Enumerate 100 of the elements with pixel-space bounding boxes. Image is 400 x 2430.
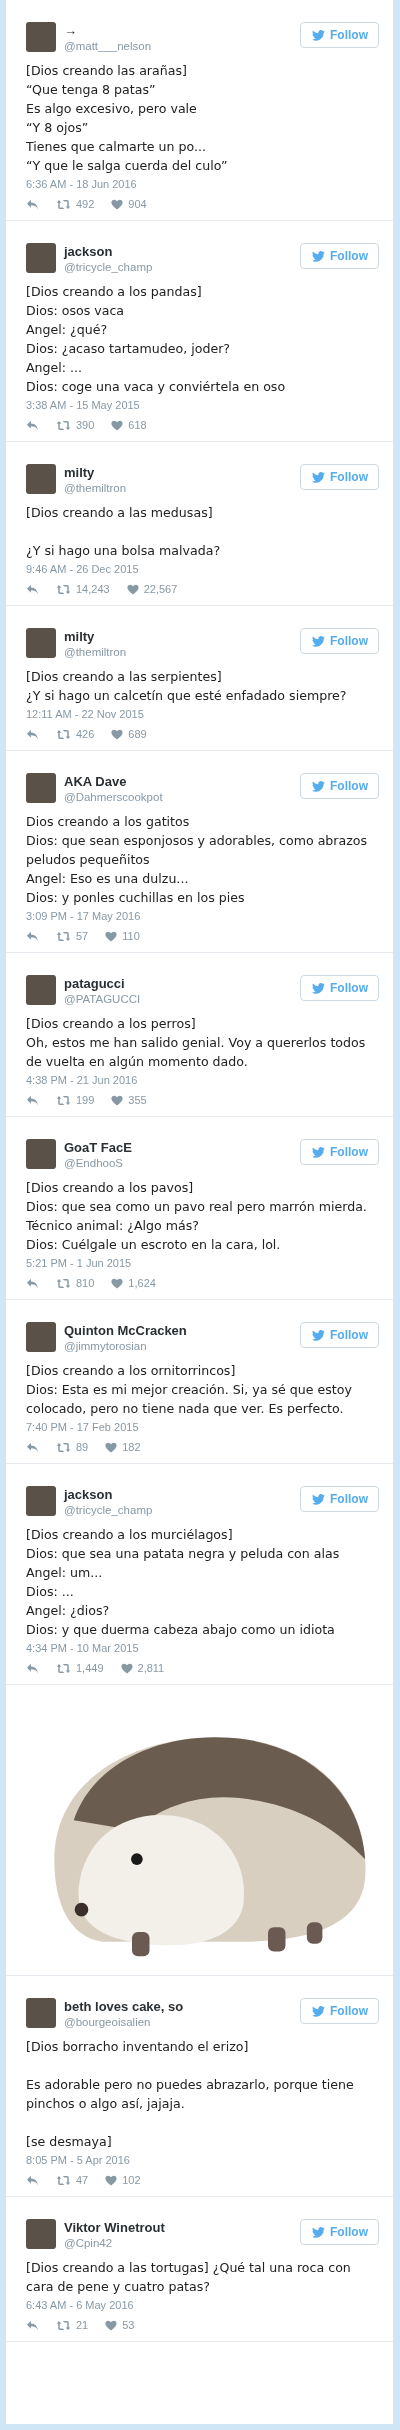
follow-button[interactable]: Follow bbox=[300, 464, 379, 490]
user-handle: @PATAGUCCI bbox=[64, 992, 142, 1007]
tweet-timestamp: 3:38 AM - 15 May 2015 bbox=[26, 399, 141, 411]
avatar-placeholder bbox=[26, 22, 56, 52]
retweet-count: 57 bbox=[76, 930, 89, 942]
tweet-timestamp: 3:09 PM - 17 May 2016 bbox=[26, 910, 142, 922]
reply-icon[interactable] bbox=[26, 198, 39, 210]
user-handle: @themiltron bbox=[64, 481, 128, 496]
retweet-icon[interactable] bbox=[56, 419, 71, 431]
like-count: 1,624 bbox=[128, 1277, 156, 1289]
follow-button[interactable]: Follow bbox=[300, 2219, 379, 2245]
avatar-placeholder bbox=[26, 464, 56, 494]
heart-icon[interactable] bbox=[120, 1662, 133, 1674]
tweet-timestamp: 6:43 AM - 6 May 2016 bbox=[26, 2299, 135, 2311]
reply-icon[interactable] bbox=[26, 930, 39, 942]
like-count: 182 bbox=[122, 1441, 141, 1453]
follow-button[interactable]: Follow bbox=[300, 773, 379, 799]
tweet-timestamp: 4:38 PM - 21 Jun 2016 bbox=[26, 1074, 139, 1086]
like-count: 689 bbox=[128, 728, 147, 740]
retweet-icon[interactable] bbox=[56, 2174, 71, 2186]
reply-icon[interactable] bbox=[26, 728, 39, 740]
tweet-text: [Dios borracho inventando el erizo] Es adorable pero no puedes abrazarlo, porque tiene pinchos o algo así, jajaja. [se desmaya] bbox=[26, 2038, 355, 2151]
tweet-text: [Dios creando a las serpientes] ¿Y si hago un calcetín que esté enfadado siempre? bbox=[26, 668, 348, 705]
reply-icon[interactable] bbox=[26, 1662, 39, 1674]
heart-icon[interactable] bbox=[111, 419, 124, 431]
tweet-text: [Dios creando a las medusas] ¿Y si hago una bolsa malvada? bbox=[26, 504, 222, 560]
reply-icon[interactable] bbox=[26, 1094, 39, 1106]
bird-icon bbox=[312, 471, 325, 483]
user-name: jackson bbox=[64, 243, 114, 260]
heart-icon[interactable] bbox=[105, 1441, 118, 1453]
user-handle: @tricycle_champ bbox=[64, 260, 154, 275]
retweet-icon[interactable] bbox=[56, 198, 71, 210]
like-count: 53 bbox=[122, 2319, 135, 2331]
user-name: GoaT FacE bbox=[64, 1139, 133, 1156]
avatar-placeholder bbox=[26, 773, 56, 803]
tweet-text: [Dios creando a las tortugas] ¿Qué tal una roca con cara de pene y cuatro patas? bbox=[26, 2259, 352, 2296]
retweet-icon[interactable] bbox=[56, 583, 71, 595]
user-handle: @EndhooS bbox=[64, 1156, 124, 1171]
heart-icon[interactable] bbox=[111, 198, 124, 210]
avatar-placeholder bbox=[26, 628, 56, 658]
retweet-icon[interactable] bbox=[56, 930, 71, 942]
bird-icon bbox=[312, 250, 325, 262]
user-handle: @Cpin42 bbox=[64, 2236, 114, 2251]
user-handle: @themiltron bbox=[64, 645, 128, 660]
user-name: milty bbox=[64, 464, 96, 481]
retweet-icon[interactable] bbox=[56, 1277, 71, 1289]
avatar-placeholder bbox=[26, 975, 56, 1005]
follow-button[interactable]: Follow bbox=[300, 628, 379, 654]
retweet-icon[interactable] bbox=[56, 1094, 71, 1106]
like-count: 110 bbox=[122, 930, 140, 942]
heart-icon[interactable] bbox=[126, 583, 139, 595]
follow-button[interactable]: Follow bbox=[300, 1998, 379, 2024]
heart-icon[interactable] bbox=[111, 728, 124, 740]
reply-icon[interactable] bbox=[26, 2319, 39, 2331]
follow-button[interactable]: Follow bbox=[300, 975, 379, 1001]
like-count: 618 bbox=[128, 419, 147, 431]
bird-icon bbox=[312, 780, 325, 792]
bird-icon bbox=[312, 1493, 325, 1505]
heart-icon[interactable] bbox=[111, 1094, 124, 1106]
tweet-text: [Dios creando a los pavos] Dios: que sea como un pavo real pero marrón mierda. Técnico animal: ¿Algo más? Dios: Cuélgale un escroto en la cara, lol. bbox=[26, 1179, 368, 1254]
retweet-icon[interactable] bbox=[56, 728, 71, 740]
tweet-timestamp: 5:21 PM - 1 Jun 2015 bbox=[26, 1257, 133, 1269]
user-handle: @Dahmerscookpot bbox=[64, 790, 164, 805]
retweet-icon[interactable] bbox=[56, 2319, 71, 2331]
retweet-count: 810 bbox=[76, 1277, 95, 1289]
user-name: → bbox=[64, 22, 78, 39]
follow-button[interactable]: Follow bbox=[300, 1322, 379, 1348]
user-name: beth loves cake, so bbox=[64, 1998, 185, 2015]
retweet-icon[interactable] bbox=[56, 1662, 71, 1674]
retweet-count: 426 bbox=[76, 728, 95, 740]
tweet-text: [Dios creando a los perros] Oh, estos me han salido genial. Voy a quererlos todos de vuelta en algún momento dado. bbox=[26, 1015, 367, 1071]
retweet-count: 21 bbox=[76, 2319, 89, 2331]
tweet-timestamp: 9:46 AM - 26 Dec 2015 bbox=[26, 563, 140, 575]
follow-button[interactable]: Follow bbox=[300, 243, 379, 269]
reply-icon[interactable] bbox=[26, 419, 39, 431]
user-name: milty bbox=[64, 628, 96, 645]
reply-icon[interactable] bbox=[26, 1277, 39, 1289]
avatar-placeholder bbox=[26, 1486, 56, 1516]
heart-icon[interactable] bbox=[105, 2174, 118, 2186]
tweet-timestamp: 12:11 AM - 22 Nov 2015 bbox=[26, 708, 145, 720]
follow-button[interactable]: Follow bbox=[300, 22, 379, 48]
reply-icon[interactable] bbox=[26, 583, 39, 595]
follow-button[interactable]: Follow bbox=[300, 1139, 379, 1165]
retweet-count: 1,449 bbox=[76, 1662, 104, 1674]
like-count: 102 bbox=[122, 2174, 141, 2186]
retweet-icon[interactable] bbox=[56, 1441, 71, 1453]
bird-icon bbox=[312, 2226, 325, 2238]
bird-icon bbox=[312, 1146, 325, 1158]
reply-icon[interactable] bbox=[26, 1441, 39, 1453]
heart-icon[interactable] bbox=[111, 1277, 124, 1289]
heart-icon[interactable] bbox=[105, 2319, 118, 2331]
follow-button[interactable]: Follow bbox=[300, 1486, 379, 1512]
user-handle: @jimmytorosian bbox=[64, 1339, 148, 1354]
bird-icon bbox=[312, 635, 325, 647]
user-handle: @bourgeoisalien bbox=[64, 2015, 152, 2030]
heart-icon[interactable] bbox=[105, 930, 118, 942]
reply-icon[interactable] bbox=[26, 2174, 39, 2186]
like-count: 904 bbox=[128, 198, 147, 210]
user-name: patagucci bbox=[64, 975, 126, 992]
like-count: 2,811 bbox=[137, 1662, 165, 1674]
